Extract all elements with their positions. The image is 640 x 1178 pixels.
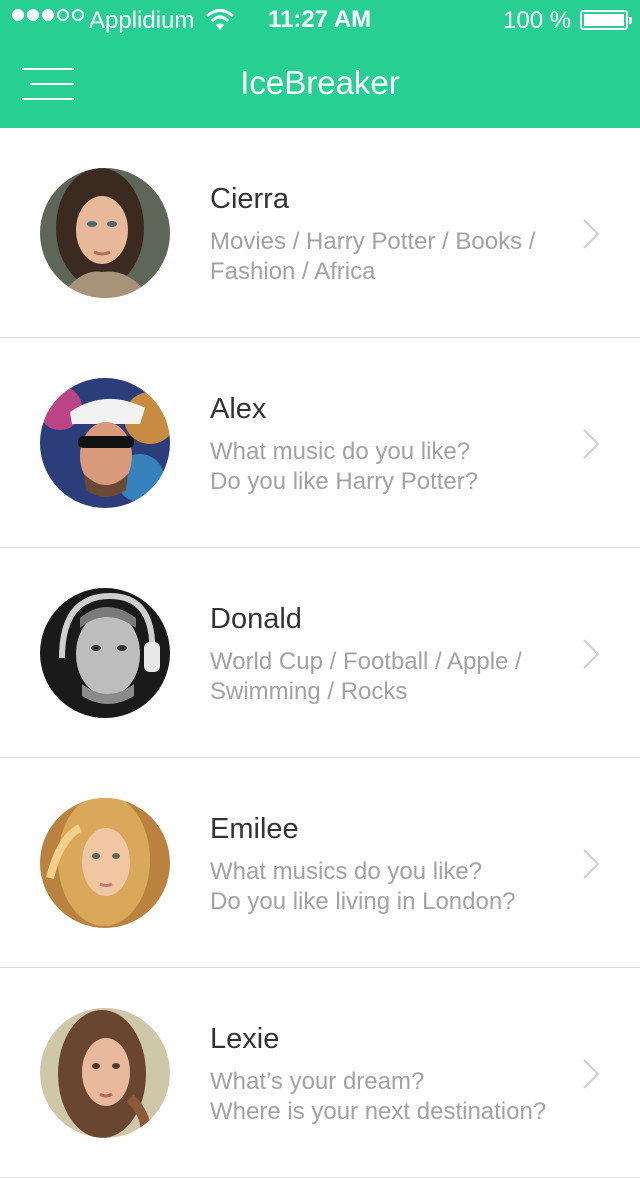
chevron-right-icon (583, 219, 600, 249)
contact-row-donald[interactable]: Donald World Cup / Football / Apple / Sw… (0, 548, 640, 758)
contact-question-line1: What music do you like? (210, 438, 471, 465)
chevron-right-icon (583, 849, 600, 879)
signal-strength-icon (12, 9, 87, 21)
contact-question-line1: What musics do you like? (210, 858, 483, 885)
avatar (40, 1008, 170, 1138)
contact-topics-line1: World Cup / Football / Apple / (210, 648, 522, 675)
battery-percentage: 100 % (503, 7, 572, 34)
contact-question-line1: What’s your dream? (210, 1068, 425, 1095)
chevron-right-icon (583, 429, 600, 459)
chevron-right-icon (583, 639, 600, 669)
avatar (40, 378, 170, 508)
contact-name: Donald (210, 603, 302, 635)
contact-row-lexie[interactable]: Lexie What’s your dream? Where is your n… (0, 968, 640, 1178)
signal-dot (57, 9, 69, 21)
contact-question-line2: Do you like Harry Potter? (210, 468, 479, 495)
contact-name: Cierra (210, 183, 289, 215)
contact-topics-line2: Fashion / Africa (210, 258, 376, 285)
avatar (40, 168, 170, 298)
battery-icon (580, 10, 632, 30)
signal-dot (72, 9, 84, 21)
contact-topics-line2: Swimming / Rocks (210, 678, 408, 705)
page-title: IceBreaker (240, 64, 400, 101)
contact-list: Cierra Movies / Harry Potter / Books / F… (0, 128, 640, 1178)
contact-question-line2: Do you like living in London? (210, 888, 516, 915)
signal-dot (27, 9, 39, 21)
contact-row-alex[interactable]: Alex What music do you like? Do you like… (0, 338, 640, 548)
contact-name: Lexie (210, 1023, 280, 1055)
contact-row-cierra[interactable]: Cierra Movies / Harry Potter / Books / F… (0, 128, 640, 338)
status-time: 11:27 AM (268, 6, 372, 33)
signal-dot (12, 9, 24, 21)
avatar (40, 798, 170, 928)
app-header: Applidium 11:27 AM 100 % IceBreaker (0, 0, 640, 128)
contact-topics-line1: Movies / Harry Potter / Books / (210, 228, 536, 255)
contact-name: Alex (210, 393, 267, 425)
chevron-right-icon (583, 1059, 600, 1089)
contact-name: Emilee (210, 813, 299, 845)
wifi-icon (206, 9, 234, 30)
contact-question-line2: Where is your next destination? (210, 1098, 547, 1125)
status-bar: Applidium 11:27 AM 100 % (0, 0, 640, 40)
carrier-name: Applidium (89, 7, 195, 34)
signal-dot (42, 9, 54, 21)
avatar (40, 588, 170, 718)
contact-row-emilee[interactable]: Emilee What musics do you like? Do you l… (0, 758, 640, 968)
